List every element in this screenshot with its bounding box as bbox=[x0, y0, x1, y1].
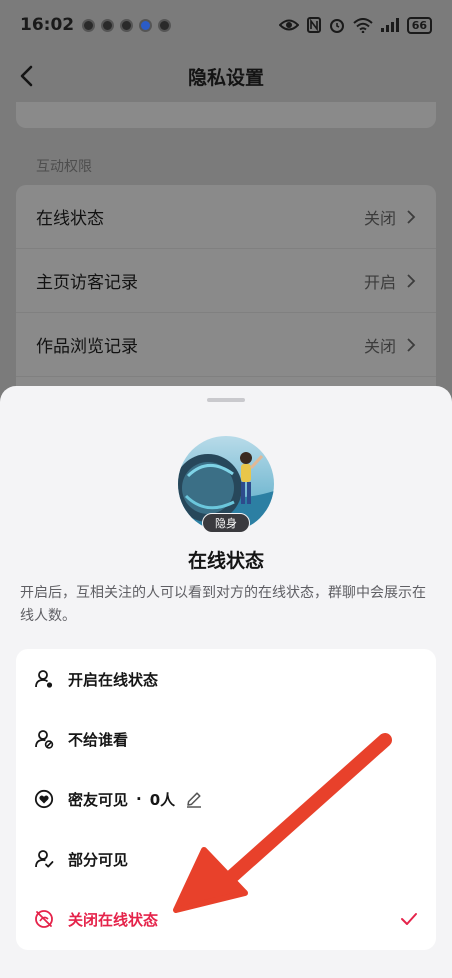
option-partially-visible[interactable]: 部分可见 bbox=[16, 829, 436, 889]
option-label: 关闭在线状态 bbox=[68, 910, 159, 929]
nav-bar: 隐私设置 bbox=[0, 50, 452, 102]
page-title: 隐私设置 bbox=[187, 66, 264, 89]
setting-row-visitor-record[interactable]: 主页访客记录 开启 bbox=[16, 249, 436, 313]
option-enable-online-status[interactable]: 开启在线状态 bbox=[16, 649, 436, 709]
status-time: 16:02 bbox=[20, 15, 75, 35]
chevron-right-icon bbox=[407, 209, 416, 224]
option-label: 不给谁看 bbox=[68, 730, 129, 749]
setting-row-label: 在线状态 bbox=[36, 209, 104, 229]
option-separator: · bbox=[136, 790, 142, 808]
option-close-friends[interactable]: 密友可见 · 0人 bbox=[16, 769, 436, 829]
online-status-sheet: 隐身 在线状态 开启后，互相关注的人可以看到对方的在线状态，群聊中会展示在线人数… bbox=[0, 386, 452, 978]
edit-pencil-icon[interactable] bbox=[185, 790, 203, 808]
setting-row-label: 作品浏览记录 bbox=[36, 337, 138, 357]
status-bar: 16:02 66 bbox=[0, 0, 452, 50]
option-label: 部分可见 bbox=[68, 850, 129, 869]
wifi-icon bbox=[353, 17, 373, 33]
eye-icon bbox=[278, 19, 299, 31]
app-notification-icon bbox=[158, 18, 172, 32]
interaction-settings-card: 在线状态 关闭 主页访客记录 开启 作品浏览记录 关闭 bbox=[16, 185, 436, 405]
section-label: 互动权限 bbox=[36, 159, 92, 175]
notification-icons bbox=[82, 18, 172, 32]
option-label: 开启在线状态 bbox=[68, 670, 159, 689]
signal-icon bbox=[380, 18, 399, 32]
setting-row-label: 主页访客记录 bbox=[36, 273, 138, 293]
setting-row-view-record[interactable]: 作品浏览记录 关闭 bbox=[16, 313, 436, 377]
sheet-title: 在线状态 bbox=[187, 550, 264, 572]
option-disable-online-status[interactable]: 关闭在线状态 bbox=[16, 889, 436, 949]
option-hide-from[interactable]: 不给谁看 bbox=[16, 709, 436, 769]
app-notification-icon bbox=[120, 18, 134, 32]
app-notification-icon bbox=[101, 18, 115, 32]
battery-indicator: 66 bbox=[406, 16, 432, 34]
setting-row-value: 关闭 bbox=[363, 336, 396, 356]
back-arrow-icon[interactable] bbox=[14, 62, 42, 90]
setting-row-value: 开启 bbox=[363, 272, 396, 292]
options-list: 开启在线状态 不给谁看 密友可见 · 0人 部分可见 关闭在线状态 bbox=[16, 649, 436, 950]
chevron-right-icon bbox=[407, 337, 416, 352]
invisible-badge: 隐身 bbox=[202, 513, 250, 533]
alarm-icon bbox=[329, 19, 344, 33]
setting-row-online-status[interactable]: 在线状态 关闭 bbox=[16, 185, 436, 249]
app-notification-icon bbox=[139, 18, 153, 32]
chevron-right-icon bbox=[407, 273, 416, 288]
nfc-icon bbox=[306, 17, 321, 33]
setting-row-value: 关闭 bbox=[363, 208, 396, 228]
previous-settings-card bbox=[16, 102, 436, 128]
drag-handle[interactable] bbox=[207, 398, 245, 402]
person-blocked-icon bbox=[35, 730, 54, 749]
close-friends-count: 0人 bbox=[149, 790, 176, 809]
sheet-description: 开启后，互相关注的人可以看到对方的在线状态，群聊中会展示在线人数。 bbox=[20, 585, 426, 624]
person-online-icon bbox=[35, 670, 53, 688]
person-check-icon bbox=[35, 850, 54, 868]
option-label: 密友可见 bbox=[68, 790, 129, 809]
app-notification-icon bbox=[82, 18, 96, 32]
checkmark-icon bbox=[401, 913, 417, 925]
heart-circle-icon bbox=[34, 789, 54, 809]
offline-icon bbox=[35, 910, 53, 928]
